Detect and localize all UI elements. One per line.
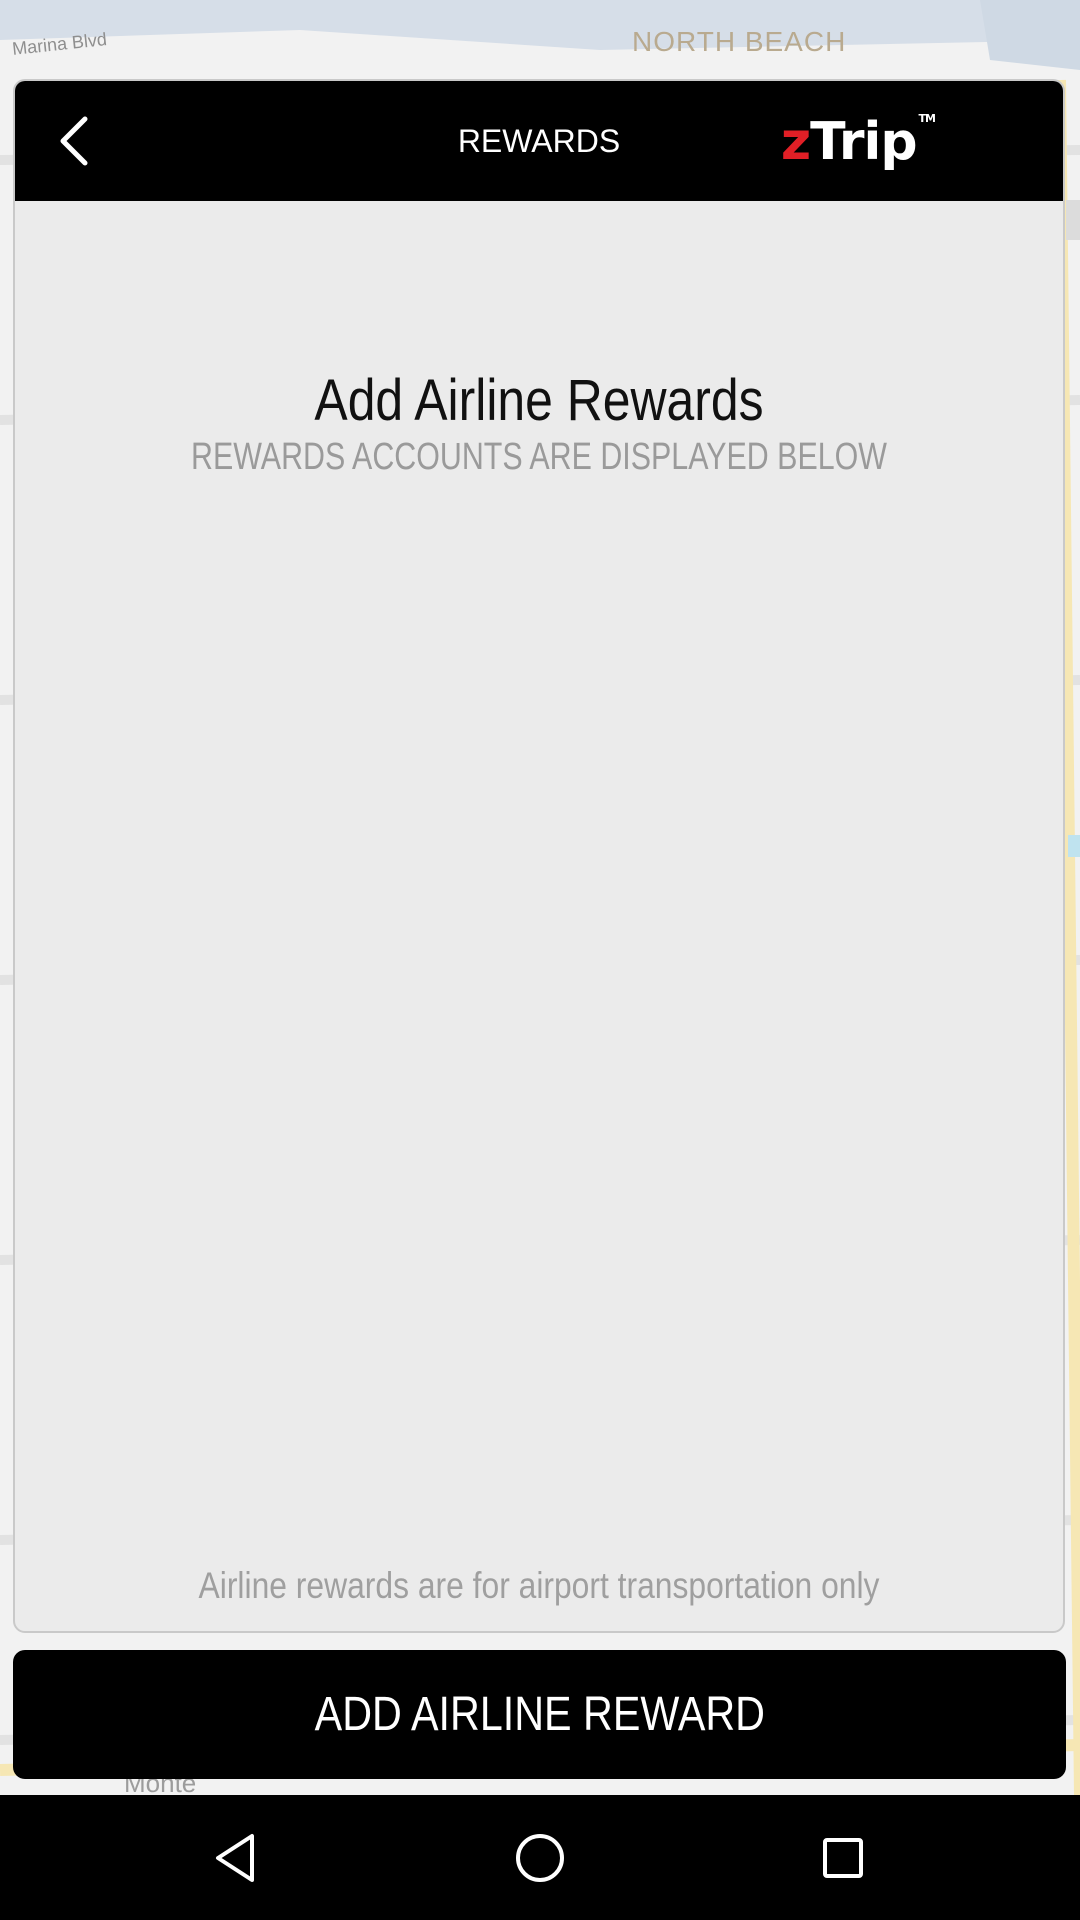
add-airline-reward-label: ADD AIRLINE REWARD [314, 1688, 765, 1741]
logo-z: z [780, 112, 811, 172]
system-back-button[interactable] [176, 1795, 296, 1920]
add-airline-reward-button[interactable]: ADD AIRLINE REWARD [13, 1650, 1066, 1779]
rewards-heading: Add Airline Rewards [314, 368, 764, 433]
rewards-header: REWARDS zTrip TM [15, 81, 1063, 201]
ztrip-logo: zTrip TM [780, 107, 936, 177]
system-home-button[interactable] [480, 1795, 600, 1920]
square-recents-icon [823, 1837, 863, 1878]
circle-home-icon [516, 1833, 564, 1882]
rewards-footnote: Airline rewards are for airport transpor… [198, 1565, 880, 1606]
system-navigation-bar [0, 1795, 1080, 1920]
rewards-card: REWARDS zTrip TM Add Airline Rewards REWA… [13, 79, 1065, 1633]
logo-trip: Trip [810, 112, 917, 172]
triangle-back-icon [216, 1833, 254, 1882]
screen: NORTH BEACH Marina Blvd Monte REWARDS zT… [0, 0, 1080, 1920]
map-label-north-beach: NORTH BEACH [632, 26, 847, 57]
system-recents-button[interactable] [783, 1795, 903, 1920]
logo-trademark: TM [918, 112, 936, 125]
rewards-subheading: REWARDS ACCOUNTS ARE DISPLAYED BELOW [191, 436, 887, 478]
